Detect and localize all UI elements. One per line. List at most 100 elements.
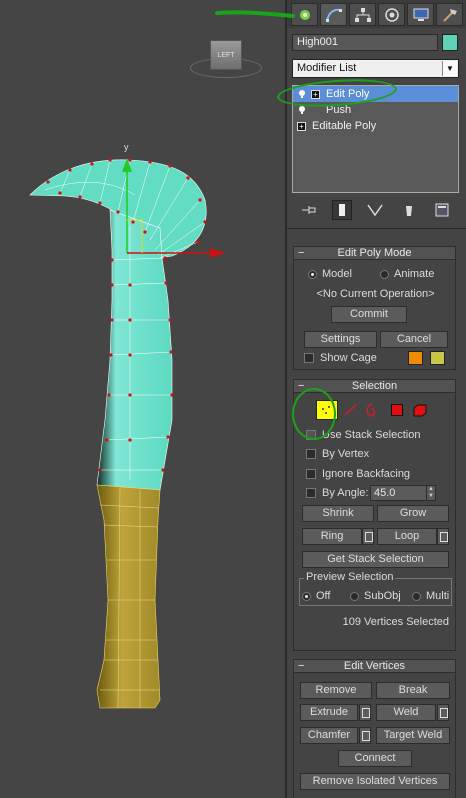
rollout-title: Edit Poly Mode [337,247,412,259]
edge-mode-button[interactable] [342,401,360,419]
tab-create[interactable] [291,3,318,26]
radio-dot [308,269,317,279]
rollout-header[interactable]: − Edit Poly Mode [294,246,455,260]
element-mode-button[interactable] [412,402,428,418]
group-title: Preview Selection [304,571,396,583]
polygon-mode-button[interactable] [391,404,403,416]
break-button[interactable]: Break [376,682,450,699]
radio-animate[interactable]: Animate [380,268,434,280]
modifier-list-label: Modifier List [297,62,357,74]
tab-display[interactable] [407,3,434,26]
object-color-swatch[interactable] [442,34,458,51]
extrude-settings-button[interactable] [359,704,371,721]
display-monitor-icon [413,8,428,21]
loop-spinner[interactable] [437,528,449,545]
trash-icon [405,206,412,216]
ring-spinner[interactable] [362,528,374,545]
chamfer-settings-button[interactable] [359,727,371,744]
by-vertex-checkbox[interactable]: By Vertex [306,448,369,460]
checkbox-box [306,449,316,459]
make-unique-button[interactable] [365,200,385,220]
stack-toolbar [292,199,459,221]
checkbox-box [306,488,316,498]
radio-label: Multi [426,590,450,602]
radio-preview-multi[interactable]: Multi [412,590,449,602]
object-name-field[interactable]: High001 [292,34,438,51]
lightbulb-icon[interactable] [297,105,307,115]
motion-icon [384,7,399,22]
weld-button[interactable]: Weld [376,704,436,721]
rollout-edit-vertices: − Edit Vertices Remove Break Extrude Weld… [293,659,456,798]
extrude-button[interactable]: Extrude [300,704,358,721]
checkbox-box [304,353,314,363]
connect-button[interactable]: Connect [338,750,412,767]
shrink-button[interactable]: Shrink [302,505,374,522]
ring-button[interactable]: Ring [302,528,362,545]
pin-icon [301,206,316,214]
tab-modify[interactable] [320,3,347,26]
settings-button[interactable]: Settings [304,331,377,348]
get-stack-selection-button[interactable]: Get Stack Selection [302,551,449,568]
tab-hierarchy[interactable] [349,3,376,26]
commit-button[interactable]: Commit [331,306,407,323]
pin-stack-button[interactable] [299,200,319,220]
edge-icon [344,404,357,416]
by-angle-checkbox[interactable]: By Angle: [306,487,368,499]
angle-spinner[interactable]: 45.0 ▲ ▼ [370,485,436,501]
radio-dot [302,591,311,601]
command-panel: High001 Modifier List ▼ + Edit Poly Push… [276,0,466,798]
configure-modifier-sets-button[interactable] [432,200,452,220]
rollout-title: Selection [351,380,398,392]
cage-color-2[interactable] [430,351,445,365]
loop-button[interactable]: Loop [377,528,437,545]
checkbox-label: By Angle: [322,487,369,499]
cancel-button[interactable]: Cancel [380,331,448,348]
checkbox-label: Ignore Backfacing [322,468,411,480]
current-operation-text: <No Current Operation> [316,288,435,300]
modifier-list-dropdown[interactable]: Modifier List ▼ [292,59,459,78]
selection-status-text: 109 Vertices Selected [342,616,449,628]
tab-utilities[interactable] [436,3,463,26]
border-mode-button[interactable] [362,401,380,419]
hierarchy-icon [354,7,371,22]
ignore-backfacing-checkbox[interactable]: Ignore Backfacing [306,468,410,480]
preview-selection-group: Preview Selection Off SubObj Multi [299,571,452,606]
show-cage-checkbox[interactable]: Show Cage [304,352,377,364]
remove-isolated-vertices-button[interactable]: Remove Isolated Vertices [300,773,450,790]
checkbox-box [306,469,316,479]
annotation-arrow [215,10,295,18]
tab-motion[interactable] [378,3,405,26]
hammer-icon [442,8,457,22]
radio-dot [350,591,359,601]
target-weld-button[interactable]: Target Weld [376,727,450,744]
radio-dot [412,591,421,601]
show-end-result-button[interactable] [332,200,353,220]
radio-label: Off [316,590,331,602]
stack-item-label: Editable Poly [312,120,377,132]
radio-label: Animate [394,268,435,280]
viewport-left[interactable]: LEFT y [0,0,285,798]
machete-model[interactable]: y [0,0,285,798]
grow-button[interactable]: Grow [377,505,449,522]
blade-body [96,209,173,491]
radio-model[interactable]: Model [308,268,352,280]
radio-label: SubObj [364,590,401,602]
radio-preview-off[interactable]: Off [302,590,330,602]
command-tabs [287,0,466,28]
star-icon [299,9,310,20]
chamfer-button[interactable]: Chamfer [300,727,358,744]
stack-item-editable-poly[interactable]: + Editable Poly [293,118,458,134]
remove-button[interactable]: Remove [300,682,372,699]
annotation-circle [292,388,336,440]
weld-settings-button[interactable] [437,704,449,721]
rollout-title: Edit Vertices [343,660,406,672]
radio-preview-subobj[interactable]: SubObj [350,590,401,602]
cage-color-1[interactable] [408,351,423,365]
border-icon [366,403,376,417]
remove-modifier-button[interactable] [399,200,419,220]
rollout-header[interactable]: − Edit Vertices [294,659,455,673]
rollout-edit-poly-mode: − Edit Poly Mode Model Animate <No Curren… [293,246,456,370]
end-result-icon [339,204,346,216]
expand-plus-icon[interactable]: + [297,121,306,131]
spinner-arrows-icon[interactable]: ▲ ▼ [426,486,435,500]
